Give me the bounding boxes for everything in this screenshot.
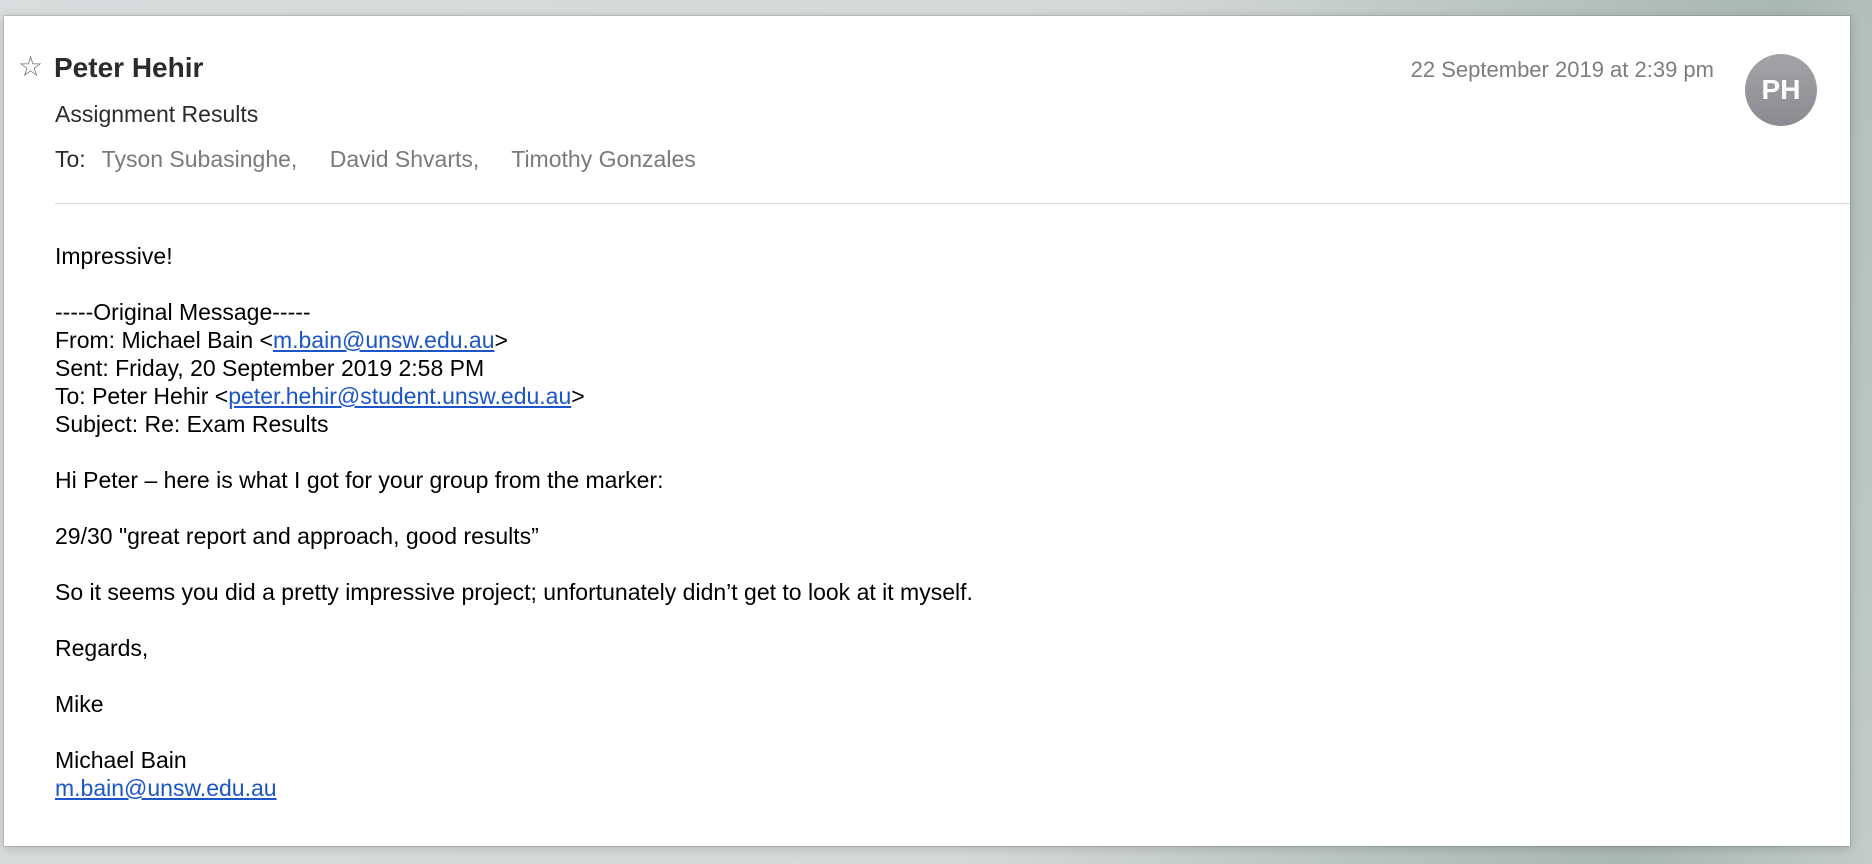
sender-name: Peter Hehir	[54, 52, 204, 83]
from-line: From: Michael Bain <m.bain@unsw.edu.au>	[55, 326, 973, 354]
body-line-3: So it seems you did a pretty impressive …	[55, 579, 973, 605]
regards-line: Regards,	[55, 635, 149, 661]
sender-avatar: PH	[1745, 54, 1817, 126]
email-message-window: ☆ Peter Hehir 22 September 2019 at 2:39 …	[4, 16, 1850, 846]
recipients-row: To: Tyson Subasinghe, David Shvarts, Tim…	[55, 145, 696, 173]
subject-line: Subject: Re: Exam Results	[55, 411, 329, 437]
recipient-separator: ,	[472, 146, 480, 172]
recipient-david[interactable]: David Shvarts	[330, 146, 473, 172]
header-divider	[55, 203, 1850, 204]
from-prefix: From: Michael Bain <	[55, 327, 273, 353]
to-email-link[interactable]: peter.hehir@student.unsw.edu.au	[228, 383, 571, 409]
sent-line: Sent: Friday, 20 September 2019 2:58 PM	[55, 355, 485, 381]
star-icon[interactable]: ☆	[18, 52, 43, 82]
to-line: To: Peter Hehir <peter.hehir@student.uns…	[55, 382, 973, 410]
to-prefix: To: Peter Hehir <	[55, 383, 229, 409]
to-suffix: >	[571, 383, 585, 409]
recipient-tyson[interactable]: Tyson Subasinghe	[102, 146, 291, 172]
message-subject: Assignment Results	[55, 101, 259, 127]
message-body: Impressive! -----Original Message----- F…	[55, 242, 973, 802]
from-email-link[interactable]: m.bain@unsw.edu.au	[273, 327, 495, 353]
signature-email-line: m.bain@unsw.edu.au	[55, 774, 973, 802]
to-label: To:	[55, 146, 86, 172]
recipient-separator: ,	[290, 146, 298, 172]
message-date: 22 September 2019 at 2:39 pm	[1410, 57, 1714, 82]
recipient-timothy[interactable]: Timothy Gonzales	[511, 146, 696, 172]
original-message-header: -----Original Message-----	[55, 299, 311, 325]
from-suffix: >	[494, 327, 508, 353]
greeting-line: Impressive!	[55, 243, 173, 269]
body-line-2: 29/30 "great report and approach, good r…	[55, 523, 539, 549]
signature-email-link[interactable]: m.bain@unsw.edu.au	[55, 775, 277, 801]
body-line-1: Hi Peter – here is what I got for your g…	[55, 467, 664, 493]
signature-name: Michael Bain	[55, 747, 187, 773]
signoff-line: Mike	[55, 691, 104, 717]
